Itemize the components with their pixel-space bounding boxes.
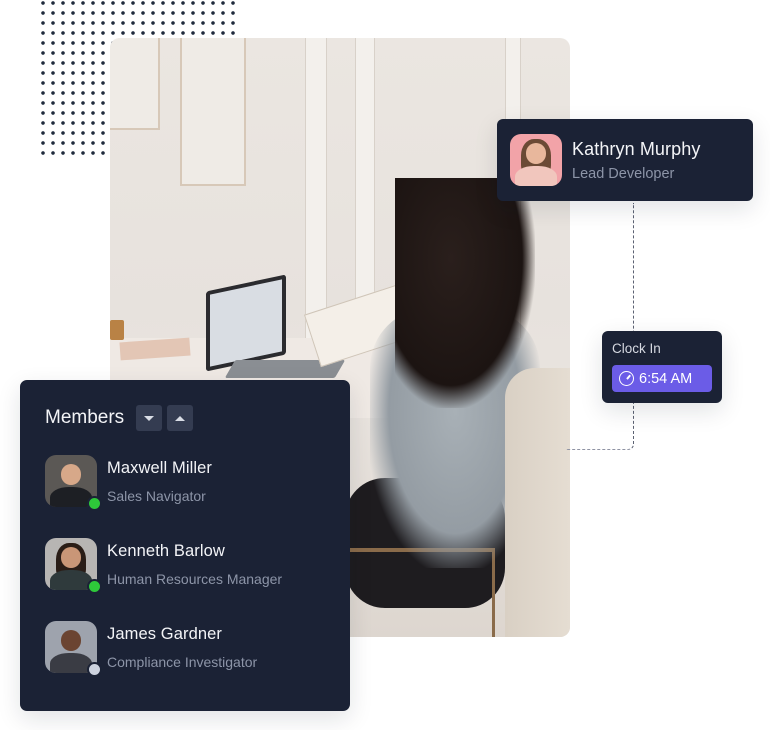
- candle: [110, 320, 124, 340]
- members-title: Members: [45, 407, 125, 428]
- member-role: Compliance Investigator: [107, 654, 258, 670]
- clock-in-title: Clock In: [612, 341, 661, 356]
- sort-descending-button[interactable]: [136, 405, 163, 431]
- caret-up-icon: [175, 415, 186, 421]
- member-list-item[interactable]: Maxwell Miller Sales Navigator: [45, 455, 212, 511]
- clock-in-time: 6:54 AM: [639, 370, 693, 387]
- members-header: Members: [45, 405, 325, 431]
- clock-in-card: Clock In 6:54 AM: [602, 331, 722, 403]
- sort-ascending-button[interactable]: [167, 405, 194, 431]
- member-role: Human Resources Manager: [107, 571, 283, 587]
- member-list-item[interactable]: James Gardner Compliance Investigator: [45, 621, 258, 677]
- avatar: [45, 621, 102, 677]
- clock-in-time-badge[interactable]: 6:54 AM: [612, 365, 712, 392]
- status-offline-indicator: [87, 662, 102, 677]
- chair-blanket: [505, 368, 570, 637]
- wall-frame: [110, 38, 160, 130]
- laptop-screen: [206, 274, 286, 372]
- person-hair: [395, 178, 535, 408]
- members-panel: Members Maxwell Miller Sales Navigator K…: [20, 380, 350, 711]
- caret-down-icon: [144, 415, 155, 421]
- wall-frame: [180, 38, 246, 186]
- dashed-connector-line: [566, 203, 634, 450]
- member-name: Maxwell Miller: [107, 459, 212, 477]
- member-name: Kenneth Barlow: [107, 542, 225, 560]
- member-name: James Gardner: [107, 625, 223, 643]
- profile-card[interactable]: Kathryn Murphy Lead Developer: [497, 119, 753, 201]
- status-online-indicator: [87, 579, 102, 594]
- avatar: [45, 455, 102, 511]
- avatar: [45, 538, 102, 594]
- profile-name: Kathryn Murphy: [572, 138, 701, 159]
- avatar: [510, 134, 562, 186]
- status-online-indicator: [87, 496, 102, 511]
- member-role: Sales Navigator: [107, 488, 206, 504]
- profile-role: Lead Developer: [572, 165, 675, 182]
- clock-icon: [619, 371, 634, 386]
- member-list-item[interactable]: Kenneth Barlow Human Resources Manager: [45, 538, 283, 594]
- wall-molding: [305, 38, 327, 338]
